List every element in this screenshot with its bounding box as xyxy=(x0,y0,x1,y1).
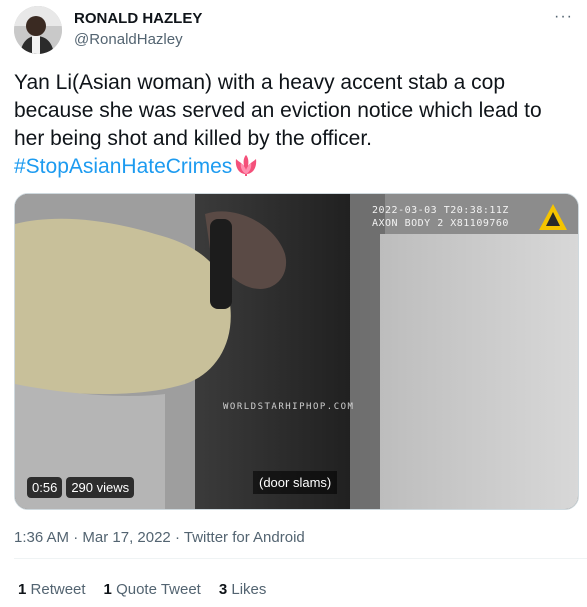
quote-tweets-stat[interactable]: 1 Quote Tweet xyxy=(104,581,201,598)
retweets-stat[interactable]: 1 Retweet xyxy=(18,581,86,598)
likes-stat[interactable]: 3 Likes xyxy=(219,581,267,598)
views-badge: 290 views xyxy=(66,477,135,498)
video-badges: 0:56 290 views xyxy=(27,477,135,498)
more-options-icon[interactable]: ··· xyxy=(554,8,573,26)
meta-separator: · xyxy=(174,529,180,546)
author-name[interactable]: RONALD HAZLEY xyxy=(74,10,202,27)
tweet-time[interactable]: 1:36 AM xyxy=(14,529,69,546)
hashtag-link[interactable]: #StopAsianHateCrimes xyxy=(14,155,232,178)
retweets-label: Retweet xyxy=(30,581,86,598)
bodycam-device: AXON BODY 2 X81109760 xyxy=(372,218,509,229)
axon-logo-icon xyxy=(539,204,567,230)
video-player[interactable]: 2022-03-03 T20:38:11Z AXON BODY 2 X81109… xyxy=(14,193,579,510)
quote-tweets-count: 1 xyxy=(103,581,112,598)
tweet-body: Yan Li(Asian woman) with a heavy accent … xyxy=(14,71,542,150)
avatar[interactable] xyxy=(14,6,62,54)
tweet-date[interactable]: Mar 17, 2022 xyxy=(82,529,170,546)
tweet-source[interactable]: Twitter for Android xyxy=(184,529,305,546)
tweet-header: RONALD HAZLEY @RonaldHazley ··· xyxy=(14,6,573,54)
tulip-icon xyxy=(233,154,259,184)
bodycam-overlay: 2022-03-03 T20:38:11Z AXON BODY 2 X81109… xyxy=(372,204,509,230)
bodycam-timestamp: 2022-03-03 T20:38:11Z xyxy=(372,205,509,216)
video-caption: (door slams) xyxy=(253,471,338,494)
quote-tweets-label: Quote Tweet xyxy=(116,581,201,598)
tweet-text: Yan Li(Asian woman) with a heavy accent … xyxy=(14,69,574,184)
meta-separator: · xyxy=(73,529,79,546)
divider xyxy=(14,558,587,559)
tweet-stats: 1 Retweet 1 Quote Tweet 3 Likes xyxy=(18,581,266,598)
retweets-count: 1 xyxy=(18,581,27,598)
tweet-meta: 1:36 AM · Mar 17, 2022 · Twitter for And… xyxy=(14,529,305,546)
duration-badge: 0:56 xyxy=(27,477,63,498)
video-frame xyxy=(15,194,578,509)
likes-label: Likes xyxy=(231,581,267,598)
watermark: WORLDSTARHIPHOP.COM xyxy=(223,402,355,412)
author-handle[interactable]: @RonaldHazley xyxy=(74,31,183,48)
likes-count: 3 xyxy=(218,581,228,598)
